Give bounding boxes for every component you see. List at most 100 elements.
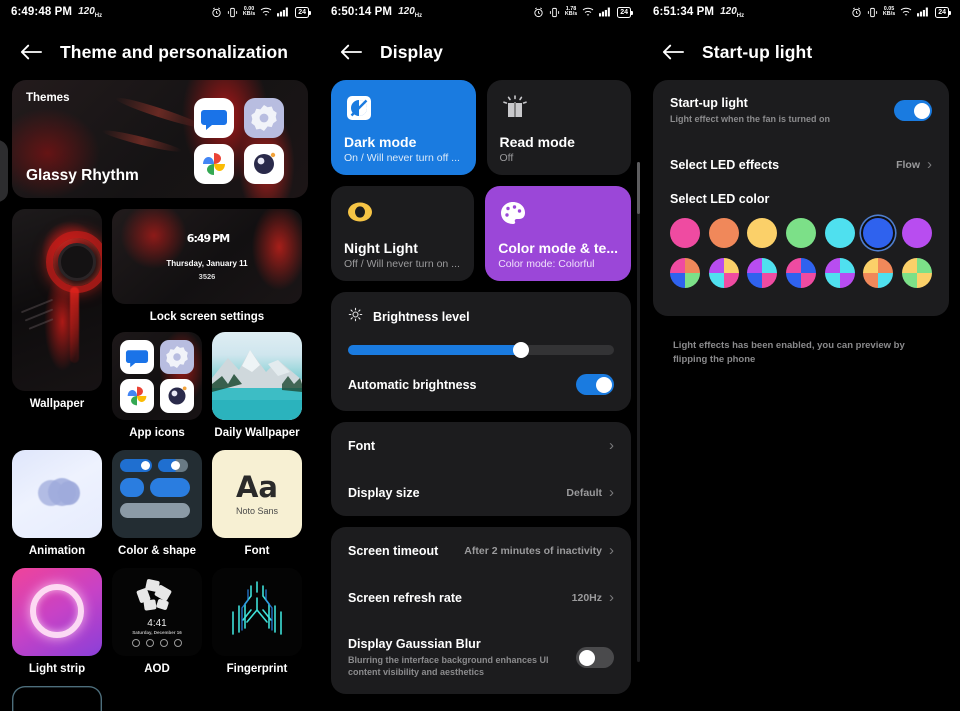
- photos-app-icon: [194, 144, 234, 184]
- row-screen-timeout[interactable]: Screen timeout After 2 minutes of inacti…: [331, 527, 631, 574]
- card-read-mode[interactable]: Read mode Off: [486, 80, 631, 175]
- row-select-led-effects[interactable]: Select LED effects Flow ›: [653, 141, 949, 188]
- card-subtitle: Off / Will never turn on ...: [344, 258, 460, 270]
- automatic-brightness-toggle[interactable]: [576, 374, 614, 395]
- status-bar-2: 6:50:14 PM 120Hz 1.78 KB/s 24: [320, 0, 642, 24]
- led-color-swatch-7[interactable]: [901, 218, 932, 249]
- color-shape-thumbnail: [112, 450, 202, 538]
- row-label: Screen timeout: [348, 543, 439, 558]
- tile-aod[interactable]: 4:41 Saturday, December 16 AOD: [112, 568, 202, 675]
- row-automatic-brightness[interactable]: Automatic brightness: [331, 358, 631, 411]
- settings-app-icon: [244, 98, 284, 138]
- battery-indicator: 24: [617, 6, 633, 18]
- led-multicolor-swatch-4[interactable]: [785, 258, 816, 289]
- tile-caption: Daily Wallpaper: [214, 427, 300, 439]
- led-multicolor-swatch-7[interactable]: [901, 258, 932, 289]
- card-night-light[interactable]: Night Light Off / Will never turn on ...: [331, 186, 475, 281]
- row-startup-light[interactable]: Start-up light Light effect when the fan…: [653, 80, 949, 141]
- tile-daily-wallpaper[interactable]: Daily Wallpaper: [212, 332, 302, 439]
- status-refresh-rate: 120Hz: [78, 5, 103, 19]
- peek-card-left[interactable]: [0, 140, 8, 202]
- row-label: Screen refresh rate: [348, 590, 462, 605]
- brightness-group: Brightness level Automatic brightness: [331, 292, 631, 411]
- tile-light-strip[interactable]: Light strip: [12, 568, 102, 675]
- led-color-swatch-3[interactable]: [747, 218, 778, 249]
- tile-caption: AOD: [144, 663, 170, 675]
- brightness-label: Brightness level: [373, 310, 470, 324]
- page-title: Start-up light: [702, 41, 813, 62]
- brightness-icon: [348, 307, 363, 327]
- card-subtitle: On / Will never turn off ...: [344, 152, 460, 164]
- scrollbar[interactable]: [637, 162, 640, 662]
- lock-screen-thumbnail: 6:49 PM Thursday, January 11 3526: [112, 209, 302, 304]
- led-color-swatch-5[interactable]: [824, 218, 855, 249]
- fingerprint-thumbnail: [212, 568, 302, 656]
- tile-wallpaper[interactable]: Wallpaper: [12, 209, 102, 439]
- row-value: Default: [566, 486, 602, 499]
- battery-indicator: 24: [935, 6, 951, 18]
- row-display-size[interactable]: Display size Default ›: [331, 469, 631, 516]
- tile-fingerprint[interactable]: Fingerprint: [212, 568, 302, 675]
- themes-card[interactable]: Themes Glassy Rhythm: [12, 80, 308, 198]
- vibrate-icon: [549, 7, 560, 18]
- card-title: Dark mode: [344, 134, 417, 150]
- arrow-left-icon: [662, 44, 684, 60]
- led-color-swatch-2[interactable]: [708, 218, 739, 249]
- row-font[interactable]: Font ›: [331, 422, 631, 469]
- led-multicolor-swatch-6[interactable]: [863, 258, 894, 289]
- led-color-row-multi: [670, 258, 932, 289]
- chevron-right-icon: ›: [609, 542, 614, 559]
- tile-caption: Animation: [28, 545, 86, 557]
- startup-light-group: Start-up light Light effect when the fan…: [653, 80, 949, 317]
- back-button[interactable]: [338, 39, 364, 65]
- card-dark-mode[interactable]: Dark mode On / Will never turn off ...: [331, 80, 476, 175]
- back-button[interactable]: [18, 39, 44, 65]
- aod-time: 4:41: [147, 618, 167, 629]
- status-bar-1: 6:49:48 PM 120Hz 0.00 KB/s 24: [0, 0, 320, 24]
- card-title: Night Light: [344, 240, 418, 256]
- screen-startup-light: 6:51:34 PM 120Hz 0.05 KB/s 24 Start-up li…: [642, 0, 960, 711]
- led-multicolor-swatch-5[interactable]: [824, 258, 855, 289]
- font-size-group: Font › Display size Default ›: [331, 422, 631, 516]
- wifi-icon: [582, 7, 594, 17]
- signal-icon: [599, 7, 612, 17]
- row-screen-refresh-rate[interactable]: Screen refresh rate 120Hz ›: [331, 574, 631, 621]
- led-multicolor-swatch-3[interactable]: [747, 258, 778, 289]
- row-sublabel: Light effect when the fan is turned on: [670, 114, 831, 124]
- tile-animation[interactable]: Animation: [12, 450, 102, 557]
- app-bar-1: Theme and personalization: [0, 24, 320, 80]
- led-color-label: Select LED color: [670, 192, 770, 207]
- row-sublabel: Blurring the interface background enhanc…: [348, 655, 549, 678]
- aod-date: Saturday, December 16: [132, 630, 182, 635]
- brightness-slider[interactable]: [348, 342, 614, 358]
- tile-lock-screen-settings[interactable]: 6:49 PM Thursday, January 11 3526 Lock sc…: [112, 209, 302, 323]
- led-color-swatch-1[interactable]: [670, 218, 700, 249]
- card-title: Read mode: [499, 134, 575, 150]
- led-color-row-solid: [670, 218, 932, 249]
- back-button[interactable]: [660, 39, 686, 65]
- led-color-section: Select LED color: [653, 188, 949, 316]
- screen-options-group: Screen timeout After 2 minutes of inacti…: [331, 527, 631, 695]
- tile-font[interactable]: Aa Noto Sans Font: [212, 450, 302, 557]
- wallpaper-thumbnail: [12, 209, 102, 391]
- lock-steps: 3526: [198, 272, 216, 281]
- font-sample: Aa: [235, 469, 278, 504]
- app-icons-thumbnail: [112, 332, 202, 420]
- tile-app-icons[interactable]: App icons: [112, 332, 202, 439]
- led-multicolor-swatch-1[interactable]: [670, 258, 700, 289]
- peek-card-bottom[interactable]: [12, 686, 102, 711]
- lock-time: 6:49: [186, 232, 211, 245]
- led-color-swatch-6[interactable]: [863, 218, 894, 249]
- row-value: 120Hz: [571, 591, 602, 604]
- page-title: Display: [380, 41, 443, 62]
- gaussian-blur-toggle[interactable]: [576, 647, 614, 669]
- led-color-swatch-4[interactable]: [785, 218, 816, 249]
- tile-caption: Light strip: [28, 663, 86, 675]
- status-time: 6:49:48 PM: [11, 6, 73, 18]
- row-display-gaussian-blur[interactable]: Display Gaussian Blur Blurring the inter…: [331, 621, 631, 694]
- card-color-mode[interactable]: Color mode & te... Color mode: Colorful: [485, 186, 631, 281]
- palette-icon: [498, 199, 618, 233]
- tile-color-shape[interactable]: Color & shape: [112, 450, 202, 557]
- startup-light-toggle[interactable]: [894, 100, 932, 122]
- led-multicolor-swatch-2[interactable]: [708, 258, 739, 289]
